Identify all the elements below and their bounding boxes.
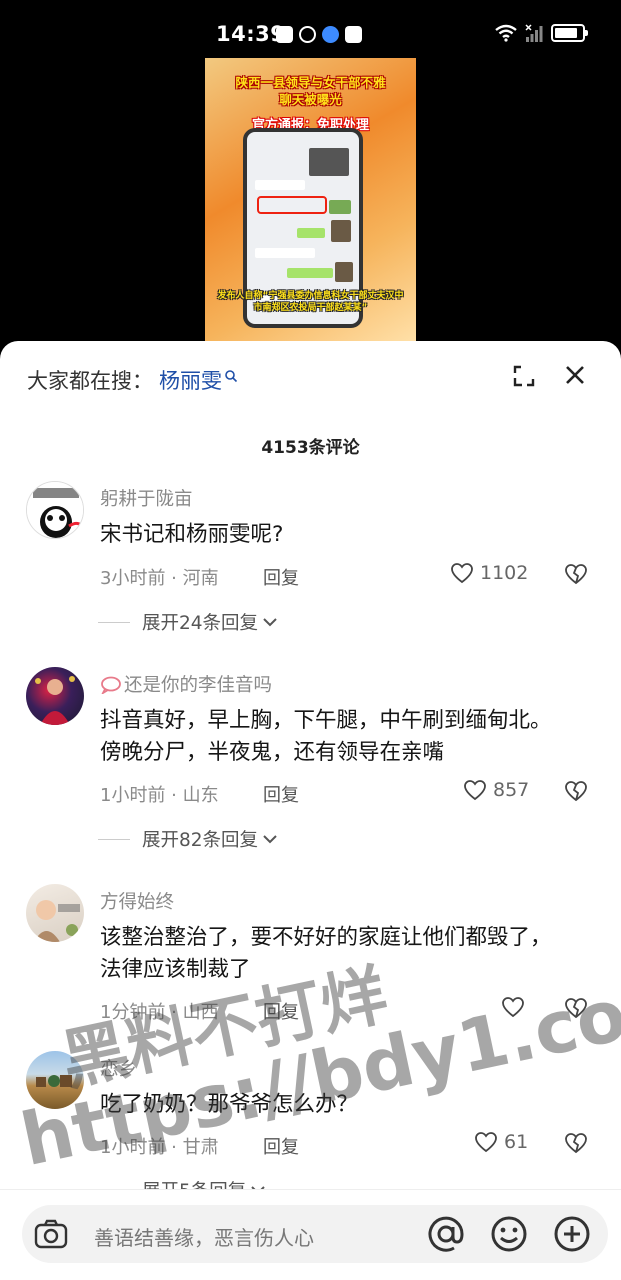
notification-app-icon (345, 26, 362, 43)
comment-username[interactable]: 还是你的李佳音吗 (100, 671, 272, 697)
comment-text: 该整治整治了，要不好好的家庭让他们都毁了，法律应该制裁了 (100, 925, 552, 982)
chat-bubble (255, 248, 315, 258)
like-button[interactable]: 61 (474, 1131, 528, 1153)
comments-panel: 大家都在搜： 杨丽雯 4153条评论 躬耕于陇亩 宋书记和杨丽雯呢? 3小时前 … (0, 341, 621, 1280)
avatar[interactable] (26, 667, 84, 725)
comment-meta: 1分钟前 · 山西 (100, 1002, 219, 1023)
browser-icon (322, 26, 339, 43)
chat-bubble (297, 228, 325, 238)
comment-meta: 3小时前 · 河南 (100, 568, 219, 589)
search-prefix: 大家都在搜： (27, 369, 153, 393)
search-icon (225, 370, 238, 383)
chat-bubble-icon (101, 676, 121, 694)
avatar[interactable] (26, 481, 84, 539)
emoji-icon[interactable] (490, 1215, 528, 1253)
fullscreen-icon[interactable] (512, 364, 536, 388)
like-count: 857 (493, 779, 530, 801)
broken-heart-icon[interactable] (564, 997, 588, 1019)
landscape-avatar-icon (36, 1075, 72, 1087)
heart-icon (475, 1132, 497, 1153)
plus-icon[interactable] (553, 1215, 591, 1253)
highlight-box (257, 196, 327, 214)
like-button[interactable]: 857 (463, 779, 529, 801)
child-avatar-icon (34, 900, 80, 942)
comment-username[interactable]: 恋乡 (100, 1055, 137, 1081)
camera-icon[interactable] (34, 1218, 68, 1250)
search-keyword-link[interactable]: 杨丽雯 (159, 365, 222, 395)
hotspot-icon (299, 26, 316, 43)
like-count: 1102 (480, 562, 529, 584)
comment-input-bar[interactable]: 善语结善缘，恶言伤人心 (22, 1205, 608, 1263)
battery-icon (551, 24, 588, 42)
reply-button[interactable]: 回复 (263, 564, 299, 590)
comment-text: 宋书记和杨丽雯呢? (100, 522, 284, 547)
expand-replies-button[interactable]: 展开82条回复 (98, 826, 278, 852)
image-bubble (335, 262, 353, 282)
avatar[interactable] (26, 884, 84, 942)
chat-bubble (329, 200, 351, 214)
avatar[interactable] (26, 1051, 84, 1109)
close-icon[interactable] (564, 364, 586, 386)
notification-app-icon (276, 26, 293, 43)
portrait-avatar-icon (35, 676, 75, 725)
comment-count: 4153条评论 (261, 438, 360, 458)
like-count: 61 (504, 1131, 529, 1153)
heart-icon (451, 563, 473, 584)
like-button[interactable] (501, 996, 525, 1018)
reply-button[interactable]: 回复 (263, 998, 299, 1024)
search-suggestion[interactable]: 大家都在搜： 杨丽雯 (27, 365, 238, 395)
image-bubble (309, 148, 349, 176)
broken-heart-icon[interactable] (564, 563, 588, 585)
status-notification-icons (276, 26, 362, 43)
comment-input-placeholder[interactable]: 善语结善缘，恶言伤人心 (94, 1222, 314, 1251)
comment-meta: 1小时前 · 甘肃 (100, 1137, 219, 1158)
video-caption: 发布人自称“宁强县委办信息科女干部丈夫汉中市南郑区农投局干部赵某某” (217, 291, 404, 313)
comment-meta: 1小时前 · 山东 (100, 785, 219, 806)
comment-text: 抖音真好，早上胸，下午腿，中午刷到缅甸北。傍晚分尸，半夜鬼，还有领导在亲嘴 (100, 708, 552, 765)
app-screen: 14:39 陕西一县领导与女干部不雅聊天被曝光 官方通报：免职处理 发布人自称“… (0, 0, 621, 1280)
status-time: 14:39 (216, 22, 286, 46)
video-headline: 陕西一县领导与女干部不雅聊天被曝光 (235, 75, 386, 107)
comment-text: 吃了奶奶？那爷爷怎么办？ (100, 1092, 359, 1117)
chevron-down-icon (263, 618, 277, 627)
username-text: 还是你的李佳音吗 (124, 675, 273, 696)
heart-icon (464, 780, 486, 801)
video-player[interactable]: 陕西一县领导与女干部不雅聊天被曝光 官方通报：免职处理 发布人自称“宁强县委办信… (205, 58, 416, 341)
cell-signal-icon (525, 24, 543, 42)
expand-replies-button[interactable]: 展开24条回复 (98, 609, 278, 635)
reply-button[interactable]: 回复 (263, 781, 299, 807)
reply-button[interactable]: 回复 (263, 1133, 299, 1159)
comment-username[interactable]: 躬耕于陇亩 (100, 485, 193, 511)
chat-bubble (255, 180, 305, 190)
heart-icon (502, 997, 524, 1018)
chat-bubble (287, 268, 333, 278)
wifi-icon (495, 24, 517, 42)
broken-heart-icon[interactable] (564, 780, 588, 802)
image-bubble (331, 220, 351, 242)
expand-replies-label: 展开24条回复 (142, 613, 259, 634)
panda-avatar-icon (27, 482, 83, 538)
expand-replies-label: 展开82条回复 (142, 830, 259, 851)
status-bar: 14:39 (0, 0, 621, 58)
chevron-down-icon (263, 835, 277, 844)
divider-line (98, 838, 130, 840)
mention-at-icon[interactable] (427, 1215, 465, 1253)
comment-username[interactable]: 方得始终 (100, 888, 174, 914)
divider-line (98, 621, 130, 623)
status-right-icons (495, 24, 588, 42)
like-button[interactable]: 1102 (450, 562, 528, 584)
broken-heart-icon[interactable] (564, 1132, 588, 1154)
